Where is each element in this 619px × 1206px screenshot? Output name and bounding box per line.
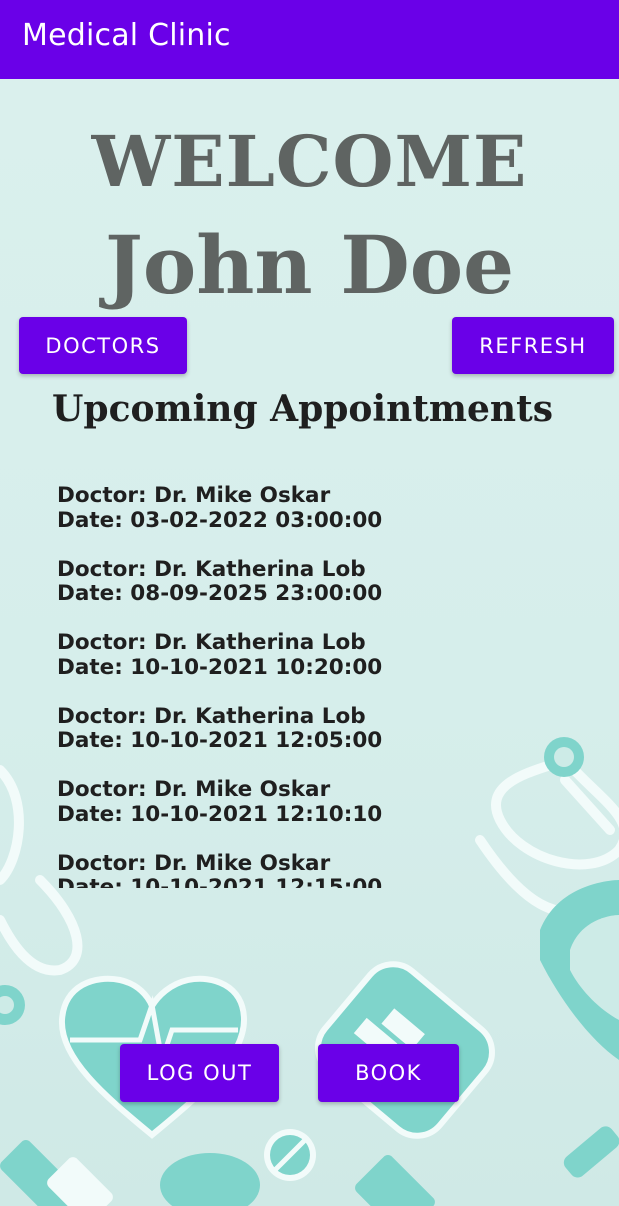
appointment-doctor: Doctor: Dr. Katherina Lob (57, 556, 366, 582)
appointment-date: Date: 10-10-2021 12:10:10 (57, 801, 383, 827)
logout-button[interactable]: LOG OUT (120, 1044, 279, 1102)
list-item[interactable]: Doctor: Dr. Katherina Lob Date: 08-09-20… (57, 556, 597, 632)
appointment-list[interactable]: Doctor: Dr. Mike Oskar Date: 03-02-2022 … (57, 484, 597, 888)
appointment-doctor: Doctor: Dr. Katherina Lob (57, 630, 366, 655)
appointment-doctor: Doctor: Dr. Katherina Lob (57, 703, 366, 729)
doctors-button[interactable]: DOCTORS (19, 317, 187, 374)
user-name: John Doe (104, 218, 515, 312)
appointment-doctor: Doctor: Dr. Mike Oskar (57, 777, 331, 802)
appointment-date: Date: 10-10-2021 10:20:00 (57, 654, 383, 680)
appointment-date: Date: 10-10-2021 12:15:00 (57, 875, 383, 888)
list-item[interactable]: Doctor: Dr. Mike Oskar Date: 10-10-2021 … (57, 850, 597, 888)
list-item[interactable]: Doctor: Dr. Mike Oskar Date: 10-10-2021 … (57, 777, 597, 852)
list-item[interactable]: Doctor: Dr. Katherina Lob Date: 10-10-20… (57, 703, 597, 779)
pill-icon (160, 1129, 316, 1206)
app-title: Medical Clinic (22, 18, 231, 53)
stethoscope-left-icon (0, 765, 24, 885)
upcoming-appointments-title: Upcoming Appointments (52, 388, 553, 430)
list-item[interactable]: Doctor: Dr. Katherina Lob Date: 10-10-20… (57, 630, 597, 705)
app-bar: Medical Clinic (0, 0, 619, 79)
welcome-heading: WELCOME (91, 120, 528, 203)
appointment-doctor: Doctor: Dr. Mike Oskar (57, 850, 331, 876)
book-button[interactable]: BOOK (318, 1044, 459, 1102)
list-item[interactable]: Doctor: Dr. Mike Oskar Date: 03-02-2022 … (57, 484, 597, 558)
appointment-date: Date: 03-02-2022 03:00:00 (57, 507, 383, 533)
appointment-date: Date: 10-10-2021 12:05:00 (57, 728, 383, 753)
appointment-doctor: Doctor: Dr. Mike Oskar (57, 484, 331, 508)
refresh-button[interactable]: REFRESH (452, 317, 614, 374)
appointment-date: Date: 08-09-2025 23:00:00 (57, 581, 383, 606)
